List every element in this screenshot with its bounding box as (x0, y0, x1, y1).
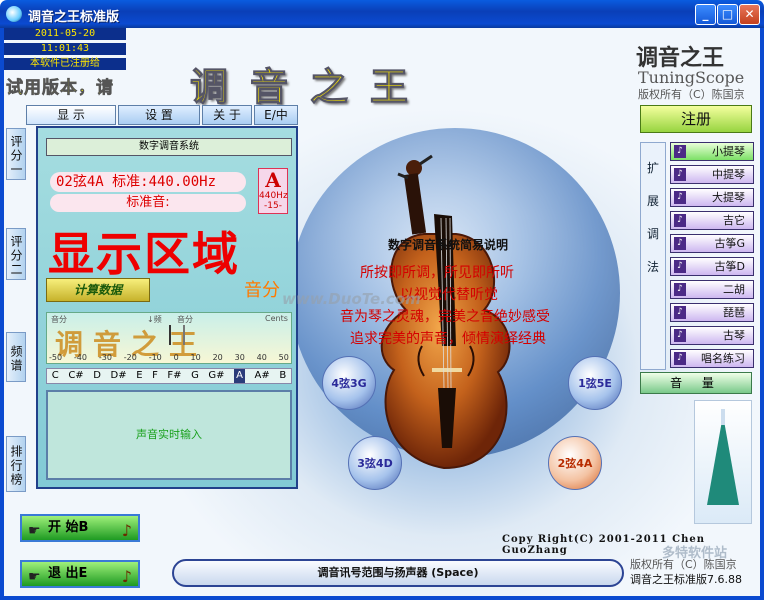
client-area: 2011-05-20 11:01:43 本软件已注册给 试用版本，请 调音之王 … (4, 28, 760, 596)
instrument-icon: ♪ (674, 352, 686, 365)
watermark-site: www.DuoTe.com (282, 290, 421, 308)
volume-slider[interactable]: 音 量 (640, 372, 752, 394)
instrument-icon: ♪ (674, 168, 686, 181)
instrument-guzheng-d[interactable]: ♪ 古筝D (670, 257, 754, 276)
instrument-guqin[interactable]: ♪ 古琴 (670, 326, 754, 345)
instrument-icon: ♪ (674, 283, 686, 296)
instrument-guitar[interactable]: ♪ 吉它 (670, 211, 754, 230)
instrument-icon: ♪ (674, 260, 686, 273)
instrument-violin[interactable]: ♪ 小提琴 (670, 142, 754, 161)
string-button-4[interactable]: 4弦3G (322, 356, 376, 410)
instrument-icon: ♪ (674, 214, 686, 227)
string-button-1[interactable]: 1弦5E (568, 356, 622, 410)
close-button[interactable]: ✕ (739, 4, 760, 25)
extend-tuning-label: 扩 展 调 法 (640, 142, 666, 370)
intro-line-4: 追求完美的声音，倾情演绎经典 (350, 331, 546, 347)
instrument-erhu[interactable]: ♪ 二胡 (670, 280, 754, 299)
intro-title: 数字调音系统简易说明 (388, 238, 509, 252)
instrument-icon: ♪ (674, 145, 686, 158)
title-bar[interactable]: 调音之王标准版 _ □ ✕ (0, 0, 764, 28)
version-label: 调音之王标准版7.6.88 (630, 573, 742, 586)
copyright-cn: 版权所有（C）陈国京 (630, 558, 737, 571)
instrument-pipa[interactable]: ♪ 琵琶 (670, 303, 754, 322)
instrument-viola[interactable]: ♪ 中提琴 (670, 165, 754, 184)
register-button[interactable]: 注册 (640, 105, 752, 133)
string-button-3[interactable]: 3弦4D (348, 436, 402, 490)
app-icon (6, 6, 22, 22)
instrument-icon: ♪ (674, 329, 686, 342)
instrument-solfege[interactable]: ♪ 唱名练习 (670, 349, 754, 368)
minimize-button[interactable]: _ (695, 4, 716, 25)
string-button-2[interactable]: 2弦4A (548, 436, 602, 490)
instrument-icon: ♪ (674, 191, 686, 204)
intro-line-1: 所按即所调，所见即所听 (360, 265, 514, 281)
instrument-icon: ♪ (674, 306, 686, 319)
instrument-cello[interactable]: ♪ 大提琴 (670, 188, 754, 207)
maximize-button[interactable]: □ (717, 4, 738, 25)
metronome-icon[interactable] (694, 400, 752, 524)
intro-line-3: 音为琴之灵魂，完美之音绝妙感受 (340, 309, 550, 325)
status-bar[interactable]: 调音讯号范围与扬声器 (Space) (172, 559, 624, 587)
instrument-icon: ♪ (674, 237, 686, 250)
window-title: 调音之王标准版 (28, 10, 120, 25)
instrument-guzheng-g[interactable]: ♪ 古筝G (670, 234, 754, 253)
